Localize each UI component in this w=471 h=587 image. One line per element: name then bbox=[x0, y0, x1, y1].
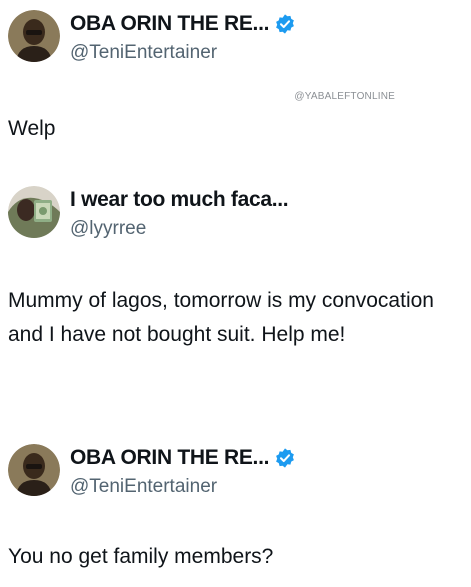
verified-badge-icon bbox=[274, 447, 296, 469]
handle[interactable]: @TeniEntertainer bbox=[70, 476, 217, 498]
post-1-text: Welp bbox=[8, 117, 56, 140]
watermark: @YABALEFTONLINE bbox=[294, 91, 395, 102]
post-2-text: Mummy of lagos, tomorrow is my convocati… bbox=[8, 289, 434, 346]
avatar[interactable] bbox=[8, 10, 60, 62]
handle[interactable]: @TeniEntertainer bbox=[70, 42, 217, 64]
post-2-header: I wear too much faca... @lyyrree bbox=[8, 186, 448, 246]
post-3-header: OBA ORIN THE RE... @TeniEntertainer bbox=[8, 444, 448, 504]
display-name[interactable]: I wear too much faca... bbox=[70, 188, 289, 212]
name-row: OBA ORIN THE RE... bbox=[70, 12, 296, 36]
name-row: OBA ORIN THE RE... bbox=[70, 446, 296, 470]
verified-badge-icon bbox=[274, 13, 296, 35]
display-name[interactable]: OBA ORIN THE RE... bbox=[70, 12, 269, 36]
handle[interactable]: @lyyrree bbox=[70, 218, 146, 240]
display-name[interactable]: OBA ORIN THE RE... bbox=[70, 446, 269, 470]
post-1-header: OBA ORIN THE RE... @TeniEntertainer bbox=[8, 10, 448, 70]
name-row: I wear too much faca... bbox=[70, 188, 289, 212]
avatar[interactable] bbox=[8, 186, 60, 238]
post-3-text: You no get family members? bbox=[8, 545, 274, 568]
avatar[interactable] bbox=[8, 444, 60, 496]
